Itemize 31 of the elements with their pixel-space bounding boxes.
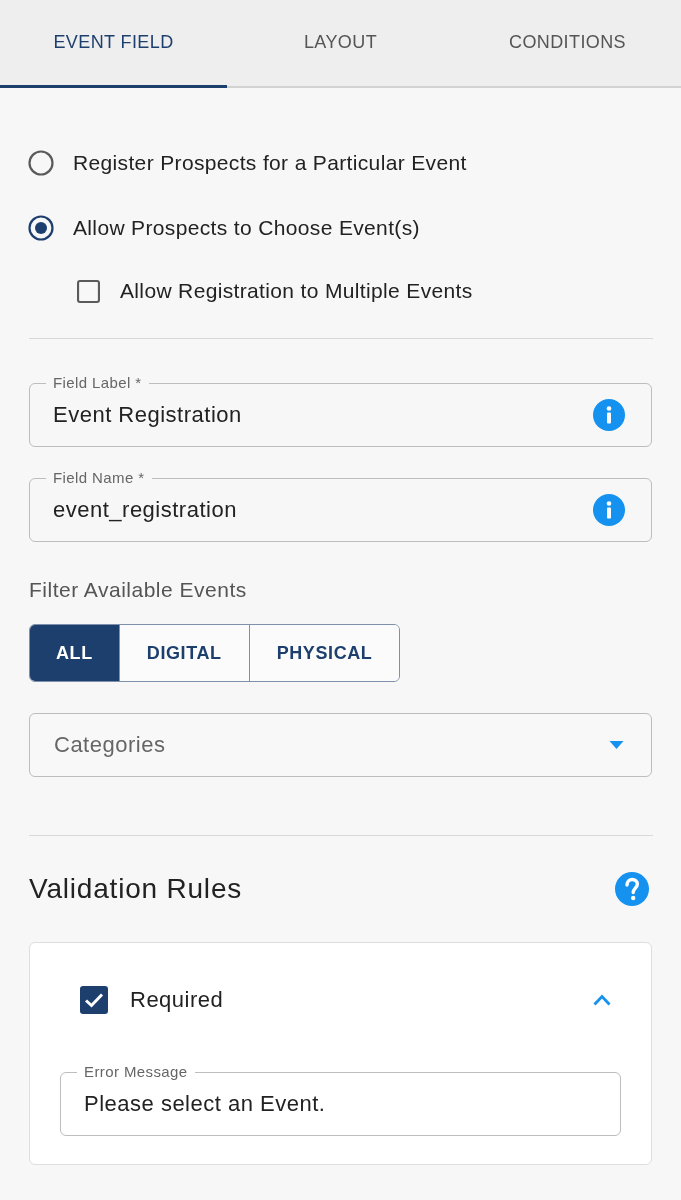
- filter-option-button[interactable]: ALL: [30, 625, 119, 681]
- radio-icon[interactable]: [28, 215, 54, 241]
- radio-icon[interactable]: [28, 150, 54, 176]
- filter-option-button[interactable]: DIGITAL: [118, 625, 249, 681]
- filter-title: Filter Available Events: [29, 577, 247, 603]
- filter-option-button[interactable]: PHYSICAL: [248, 625, 400, 681]
- section-heading: Validation Rules: [29, 873, 243, 905]
- field-floating-label: Field Label *: [52, 374, 143, 392]
- radio-option[interactable]: Register Prospects for a Particular Event: [28, 143, 652, 183]
- required-checkbox-option[interactable]: Required: [80, 986, 224, 1014]
- checkbox-icon[interactable]: [77, 279, 100, 303]
- info-icon[interactable]: [593, 399, 625, 431]
- field-floating-label: Error Message: [83, 1063, 189, 1081]
- tab[interactable]: EVENT FIELD: [0, 0, 227, 88]
- field-value: Event Registration: [53, 401, 242, 429]
- field-value: event_registration: [53, 496, 237, 524]
- radio-option[interactable]: Allow Prospects to Choose Event(s): [28, 208, 652, 248]
- dropdown-placeholder: Categories: [54, 731, 166, 759]
- field-value: Please select an Event.: [84, 1090, 326, 1118]
- caret-down-icon: [609, 741, 624, 749]
- info-icon[interactable]: [593, 494, 625, 526]
- help-icon[interactable]: [615, 872, 649, 906]
- chevron-up-icon[interactable]: [593, 994, 611, 1006]
- checkbox-option[interactable]: Allow Registration to Multiple Events: [77, 271, 652, 311]
- tab[interactable]: LAYOUT: [227, 0, 454, 88]
- text-field[interactable]: Field Name * event_registration: [29, 469, 652, 542]
- text-field[interactable]: Field Label * Event Registration: [29, 374, 652, 447]
- categories-dropdown[interactable]: Categories: [29, 713, 652, 777]
- tab[interactable]: CONDITIONS: [454, 0, 681, 88]
- checkbox-icon[interactable]: [80, 986, 108, 1014]
- field-floating-label: Field Name *: [52, 469, 146, 487]
